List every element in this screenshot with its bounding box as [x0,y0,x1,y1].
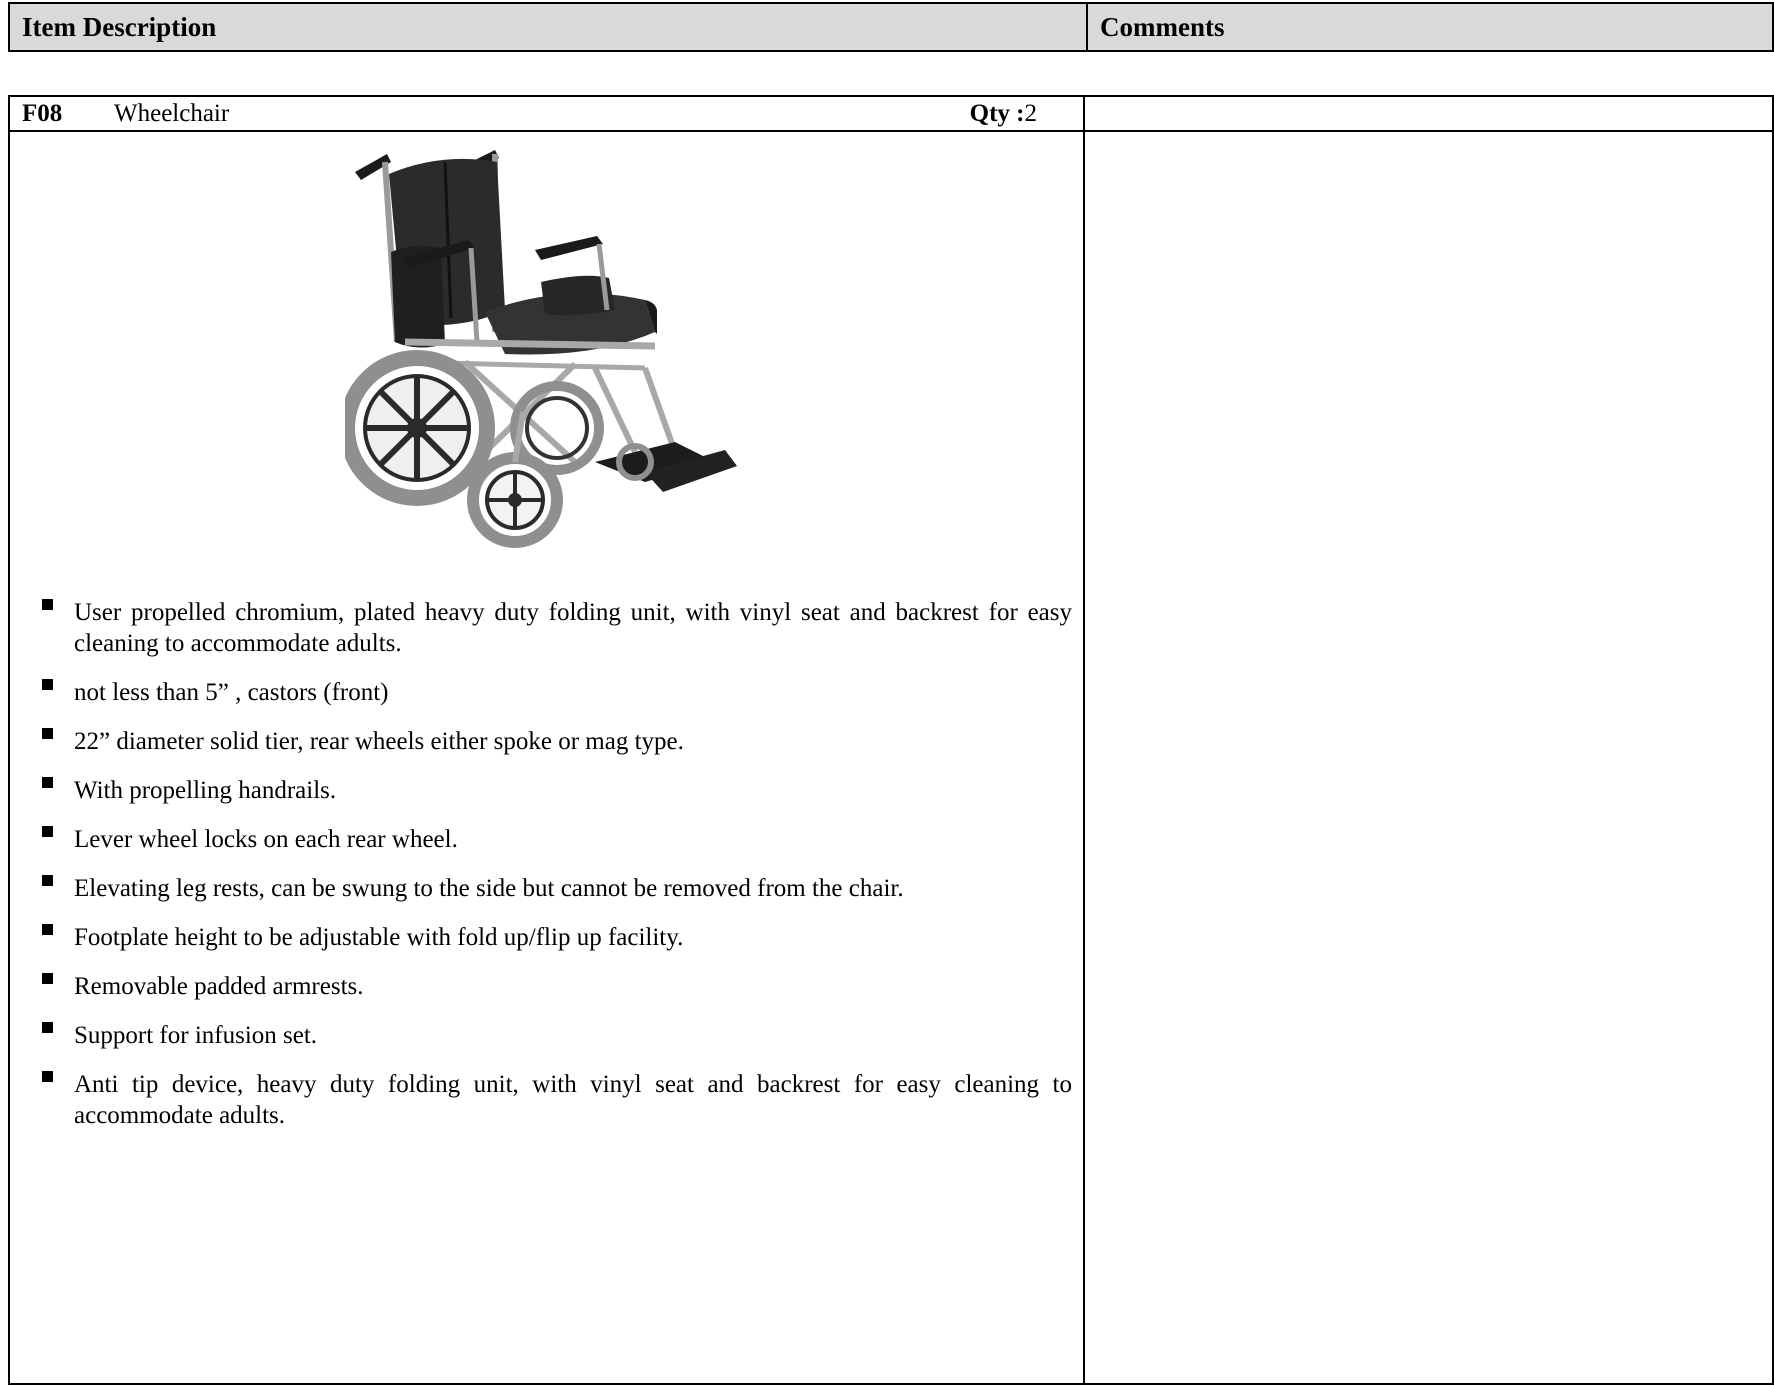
quantity-label: Qty : [969,100,1025,127]
item-body-row: User propelled chromium, plated heavy du… [8,130,1774,1385]
spec-text: Anti tip device, heavy duty folding unit… [74,1071,1072,1129]
item-name: Wheelchair [114,100,230,127]
square-bullet-icon [42,777,53,788]
spec-item: With propelling handrails. [22,775,1072,806]
square-bullet-icon [42,826,53,837]
spec-item: Footplate height to be adjustable with f… [22,922,1072,953]
spec-text: 22” diameter solid tier, rear wheels eit… [74,728,684,755]
item-comments-header-cell [1083,95,1774,132]
comments-header: Comments [1086,2,1774,52]
wheelchair-illustration-icon [345,150,737,548]
square-bullet-icon [42,679,53,690]
spec-item: Elevating leg rests, can be swung to the… [22,873,1072,904]
spec-text: Elevating leg rests, can be swung to the… [74,875,904,902]
spec-text: User propelled chromium, plated heavy du… [74,599,1072,657]
item-quantity: Qty :2 [970,97,1037,130]
item-table: F08 Wheelchair Qty :2 User propelled chr… [8,95,1774,1385]
spec-text: Support for infusion set. [74,1022,318,1049]
spec-text: Lever wheel locks on each rear wheel. [74,826,458,853]
square-bullet-icon [42,1022,53,1033]
spec-item: not less than 5” , castors (front) [22,677,1072,708]
square-bullet-icon [42,924,53,935]
quantity-value: 2 [1024,100,1038,127]
spec-text: Footplate height to be adjustable with f… [74,924,684,951]
square-bullet-icon [42,973,53,984]
spec-text: Removable padded armrests. [74,973,364,1000]
column-header-table: Item Description Comments [8,2,1774,52]
spec-item: Lever wheel locks on each rear wheel. [22,824,1072,855]
spec-item: 22” diameter solid tier, rear wheels eit… [22,726,1072,757]
column-header-row: Item Description Comments [8,2,1774,52]
spec-item: Removable padded armrests. [22,971,1072,1002]
comments-cell[interactable] [1083,130,1774,1385]
spec-item: Anti tip device, heavy duty folding unit… [22,1069,1072,1131]
spec-item: Support for infusion set. [22,1020,1072,1051]
square-bullet-icon [42,875,53,886]
item-code: F08 [22,100,63,127]
square-bullet-icon [42,728,53,739]
item-description-cell: User propelled chromium, plated heavy du… [8,130,1085,1385]
square-bullet-icon [42,1071,53,1082]
spec-text: not less than 5” , castors (front) [74,679,389,706]
item-description-header: Item Description [8,2,1088,52]
item-title: F08 Wheelchair Qty :2 [10,97,1083,130]
spec-text: With propelling handrails. [74,777,337,804]
specification-list: User propelled chromium, plated heavy du… [22,597,1072,1149]
wheelchair-image [345,132,805,592]
item-title-cell: F08 Wheelchair Qty :2 [8,95,1085,132]
spec-item: User propelled chromium, plated heavy du… [22,597,1072,659]
square-bullet-icon [42,599,53,610]
item-header-row: F08 Wheelchair Qty :2 [8,95,1774,132]
